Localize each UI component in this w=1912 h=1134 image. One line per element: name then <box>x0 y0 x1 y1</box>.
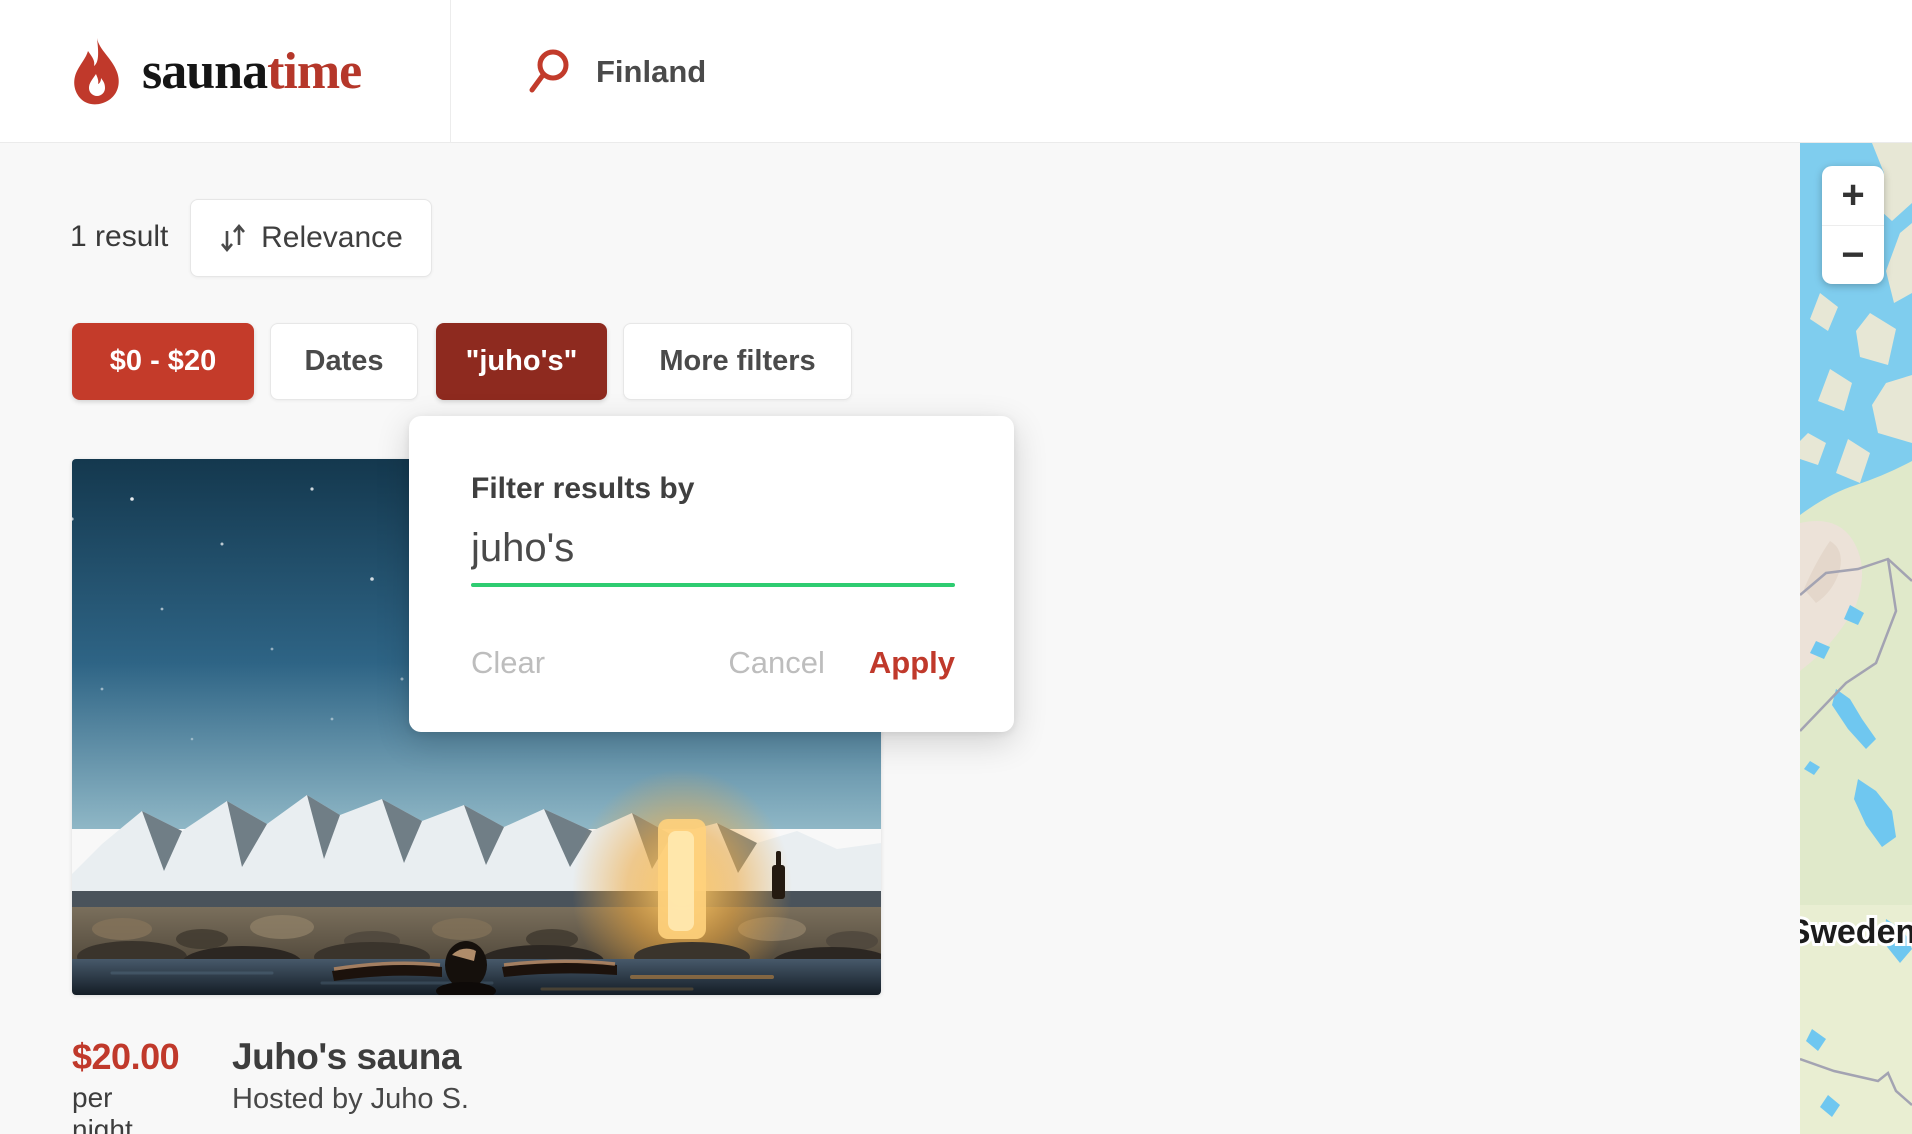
sort-arrows-icon <box>219 223 247 253</box>
chip-keyword[interactable]: "juho's" <box>436 323 607 400</box>
brand-wordmark: saunatime <box>142 42 361 101</box>
sort-button[interactable]: Relevance <box>190 199 432 277</box>
zoom-in-button[interactable]: + <box>1822 166 1884 226</box>
chip-price-range[interactable]: $0 - $20 <box>72 323 254 400</box>
map-zoom-control: + − <box>1822 166 1884 284</box>
input-underline <box>471 583 955 587</box>
search-bar[interactable]: Finland <box>528 0 706 143</box>
listing-meta: $20.00 per night Juho's sauna Hosted by … <box>72 1036 469 1134</box>
popover-title: Filter results by <box>471 472 955 506</box>
sort-label: Relevance <box>261 221 403 255</box>
chip-more-filters[interactable]: More filters <box>623 323 852 400</box>
apply-button[interactable]: Apply <box>869 645 955 681</box>
listing-title[interactable]: Juho's sauna <box>232 1036 469 1078</box>
listing-price: $20.00 <box>72 1036 180 1078</box>
zoom-out-button[interactable]: − <box>1822 226 1884 285</box>
header-divider <box>450 0 451 143</box>
filter-popover: Filter results by Clear Cancel Apply <box>409 416 1014 732</box>
flame-icon <box>72 36 122 108</box>
listing-price-unit: per night <box>72 1082 180 1134</box>
brand-primary: sauna <box>142 43 267 100</box>
brand-logo[interactable]: saunatime <box>72 0 361 143</box>
app-header: saunatime Finland <box>0 0 1912 143</box>
map[interactable]: Sweden + − <box>1800 143 1912 1134</box>
filter-keyword-input[interactable] <box>471 526 955 571</box>
map-country-label: Sweden <box>1800 913 1912 951</box>
clear-button[interactable]: Clear <box>471 645 545 681</box>
brand-accent: time <box>267 43 361 100</box>
chip-dates[interactable]: Dates <box>270 323 418 400</box>
cancel-button[interactable]: Cancel <box>728 645 825 681</box>
search-icon <box>528 49 570 95</box>
search-location-text[interactable]: Finland <box>596 54 706 90</box>
results-count: 1 result <box>70 220 168 254</box>
listing-host: Hosted by Juho S. <box>232 1083 469 1116</box>
